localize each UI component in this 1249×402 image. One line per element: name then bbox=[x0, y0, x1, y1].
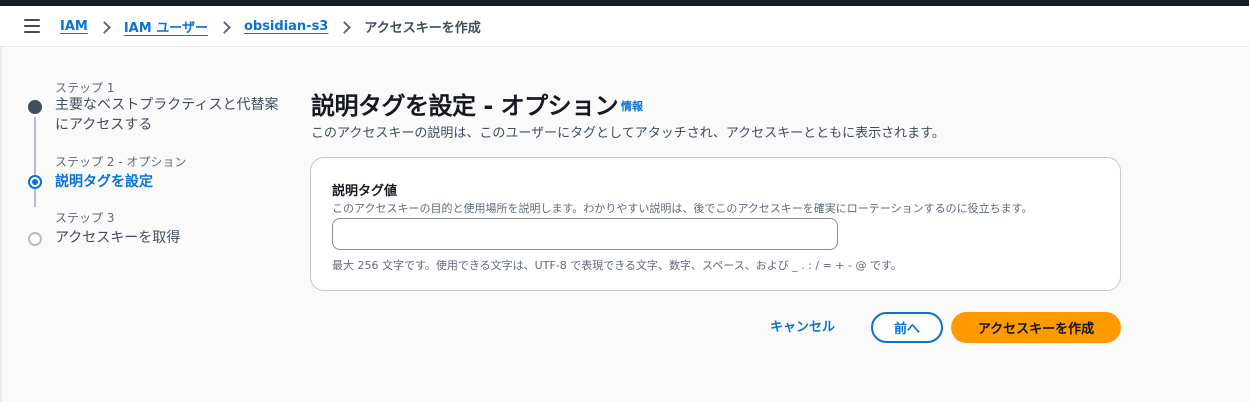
chevron-right-icon bbox=[96, 19, 118, 35]
page-title: 説明タグを設定 - オプション bbox=[311, 92, 619, 120]
step-1-complete-icon bbox=[28, 100, 42, 114]
page-description: このアクセスキーの説明は、このユーザーにタグとしてアタッチされ、アクセスキーとと… bbox=[311, 126, 945, 141]
step-2-caption: ステップ 2 - オプション bbox=[55, 155, 187, 169]
cancel-button[interactable]: キャンセル bbox=[762, 313, 843, 343]
step-2-active-icon bbox=[28, 175, 42, 189]
info-link[interactable]: 情報 bbox=[621, 98, 643, 114]
description-tag-constraint: 最大 256 文字です。使用できる文字は、UTF-8 で表現できる文字、数字、ス… bbox=[332, 259, 902, 272]
left-edge-divider bbox=[0, 47, 2, 402]
description-tag-help: このアクセスキーの目的と使用場所を説明します。わかりやすい説明は、後でこのアクセ… bbox=[332, 202, 1033, 215]
step-3-pending-icon bbox=[28, 232, 42, 246]
breadcrumb-current: アクセスキーを作成 bbox=[364, 21, 481, 36]
step-1-link[interactable]: 主要なベストプラクティスと代替案にアクセスする bbox=[55, 95, 290, 135]
breadcrumb-iam[interactable]: IAM bbox=[60, 19, 88, 34]
chevron-right-icon bbox=[216, 19, 238, 35]
step-3-caption: ステップ 3 bbox=[55, 211, 115, 225]
description-tag-container: 説明タグ値 このアクセスキーの目的と使用場所を説明します。わかりやすい説明は、後… bbox=[310, 157, 1121, 291]
description-tag-input[interactable] bbox=[332, 218, 838, 250]
breadcrumb-iam-users[interactable]: IAM ユーザー bbox=[124, 17, 208, 36]
step-3-title: アクセスキーを取得 bbox=[55, 230, 181, 246]
chevron-right-icon bbox=[336, 19, 358, 35]
description-tag-label: 説明タグ値 bbox=[332, 184, 398, 199]
step-connector-line bbox=[34, 117, 36, 207]
hamburger-menu-icon[interactable] bbox=[24, 19, 40, 33]
page-header: IAM IAM ユーザー obsidian-s3 アクセスキーを作成 bbox=[0, 6, 1249, 47]
breadcrumb-user[interactable]: obsidian-s3 bbox=[244, 19, 328, 34]
create-access-key-button[interactable]: アクセスキーを作成 bbox=[951, 312, 1121, 343]
step-2-title: 説明タグを設定 bbox=[55, 174, 153, 190]
breadcrumb: IAM IAM ユーザー obsidian-s3 アクセスキーを作成 bbox=[60, 17, 481, 36]
step-1-caption: ステップ 1 bbox=[55, 81, 115, 95]
previous-button[interactable]: 前へ bbox=[871, 312, 943, 343]
